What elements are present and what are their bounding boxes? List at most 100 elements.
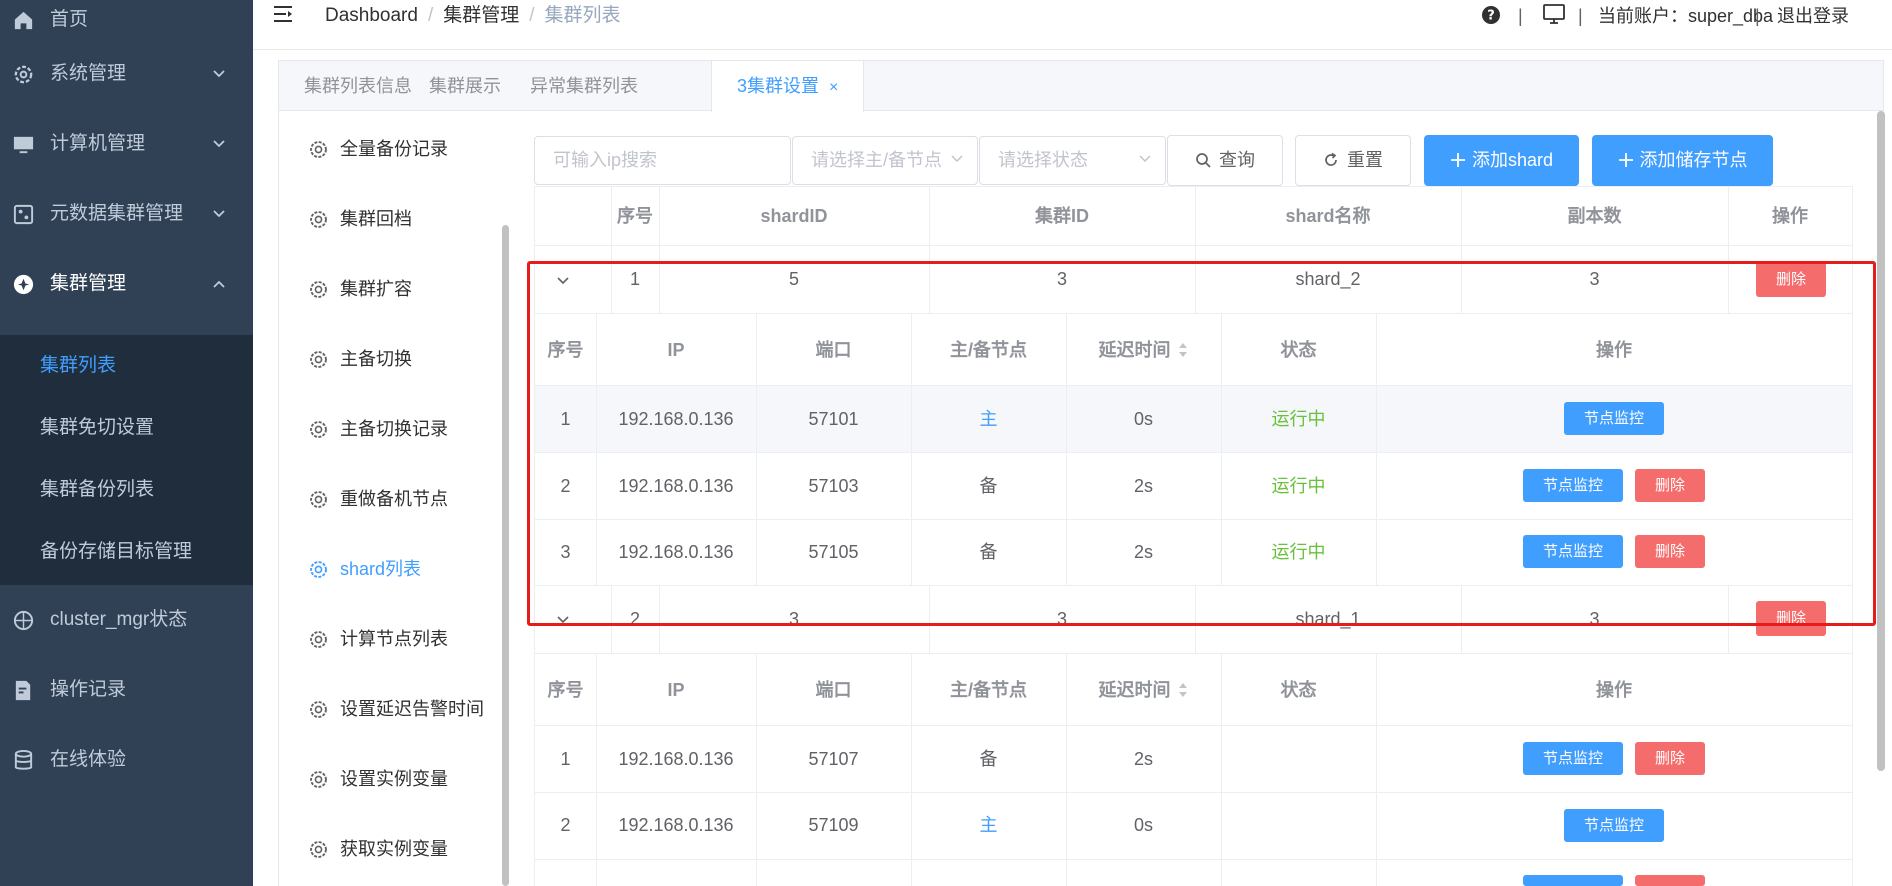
top-navbar: Dashboard / 集群管理 / 集群列表 ? | | 当前账户：super_dba… (253, 0, 1892, 50)
delete-node-button[interactable]: 删除 (1635, 742, 1705, 775)
content-scrollbar[interactable] (1877, 111, 1885, 771)
divider: | (1518, 6, 1523, 26)
column-header-no: 序号 (547, 680, 584, 700)
menu-scrollbar[interactable] (502, 225, 509, 886)
delete-node-button-partial[interactable] (1635, 875, 1705, 886)
chevron-down-icon (1139, 155, 1151, 163)
current-account: 当前账户：super_dba (1598, 6, 1774, 26)
sidebar-item-cluster[interactable]: 集群管理 (0, 249, 253, 319)
column-header-port: 端口 (815, 680, 852, 700)
monitor-icon (13, 136, 34, 154)
collapse-row-icon[interactable] (556, 276, 570, 286)
delete-node-button[interactable]: 删除 (1635, 535, 1705, 568)
query-button[interactable]: 查询 (1167, 135, 1283, 186)
gear-icon (310, 211, 327, 228)
cluster-icon (13, 274, 34, 295)
plus-icon (1450, 153, 1465, 167)
tab-close-icon[interactable]: × (829, 79, 838, 96)
collapse-row-icon[interactable] (556, 615, 570, 625)
menu-item-failover-records[interactable]: 主备切换记录 (279, 400, 509, 458)
node-role-select[interactable]: 请选择主/备节点 (792, 136, 978, 185)
fullscreen-icon[interactable] (1543, 3, 1565, 25)
menu-item-rebuild-replica[interactable]: 重做备机节点 (279, 470, 509, 528)
column-header-no: 序号 (617, 206, 653, 226)
gear-icon (310, 421, 327, 438)
column-header-delay[interactable]: 延迟时间 (1066, 337, 1221, 363)
column-header-status: 状态 (1280, 340, 1317, 360)
menu-fold-icon[interactable] (273, 5, 293, 23)
submenu-item-backup-storage[interactable]: 备份存储目标管理 (0, 521, 253, 583)
status-select[interactable]: 请选择状态 (979, 136, 1166, 185)
node-monitor-button[interactable]: 节点监控 (1523, 742, 1623, 775)
cell-delay: 0s (1133, 409, 1153, 429)
sidebar-item-label: 系统管理 (50, 63, 127, 84)
cell-port: 57101 (808, 409, 859, 429)
sidebar-item-label: 元数据集群管理 (50, 203, 184, 224)
reset-button[interactable]: 重置 (1295, 135, 1411, 186)
sidebar-item-computer[interactable]: 计算机管理 (0, 109, 253, 179)
menu-item-set-instance-vars[interactable]: 设置实例变量 (279, 750, 509, 808)
sidebar-item-label: 在线体验 (50, 749, 127, 770)
cell-delay: 2s (1133, 749, 1153, 769)
submenu-item-backup-list[interactable]: 集群备份列表 (0, 459, 253, 521)
sidebar-item-cluster-mgr[interactable]: cluster_mgr状态 (0, 585, 253, 655)
column-header-replicas: 副本数 (1567, 206, 1622, 226)
delete-shard-button[interactable]: 删除 (1756, 601, 1826, 636)
sidebar-item-metadata[interactable]: 元数据集群管理 (0, 179, 253, 249)
cell-role: 备 (979, 476, 998, 496)
gear-icon (310, 841, 327, 858)
column-header-port: 端口 (815, 340, 852, 360)
help-icon[interactable]: ? (1482, 6, 1500, 24)
column-header-role: 主/备节点 (949, 680, 1027, 700)
column-header-actions: 操作 (1596, 680, 1632, 700)
cell-no: 2 (560, 815, 571, 835)
menu-item-cluster-rollback[interactable]: 集群回档 (279, 190, 509, 248)
divider: | (1755, 6, 1760, 26)
cell-no: 1 (560, 749, 571, 769)
breadcrumb-cluster-mgmt[interactable]: 集群管理 (443, 5, 519, 26)
gear-icon (310, 701, 327, 718)
menu-item-full-backup-records[interactable]: 全量备份记录 (279, 120, 509, 178)
svg-text:?: ? (1487, 9, 1495, 24)
gear-icon (310, 561, 327, 578)
tab-cluster-settings[interactable]: 3集群设置 × (711, 61, 865, 112)
submenu-item-cluster-list[interactable]: 集群列表 (0, 335, 253, 397)
cell-port: 57103 (808, 476, 859, 496)
menu-item-compute-nodes[interactable]: 计算节点列表 (279, 610, 509, 668)
sort-icon[interactable] (1177, 681, 1189, 699)
add-storage-node-button[interactable]: 添加储存节点 (1592, 135, 1773, 186)
sidebar-item-system[interactable]: 系统管理 (0, 39, 253, 109)
node-monitor-button-partial[interactable] (1523, 875, 1623, 886)
delete-shard-button[interactable]: 删除 (1756, 262, 1826, 297)
logout-link[interactable]: 退出登录 (1777, 2, 1849, 30)
sidebar-item-online-trial[interactable]: 在线体验 (0, 725, 253, 795)
menu-item-cluster-expand[interactable]: 集群扩容 (279, 260, 509, 318)
cell-role: 主 (979, 815, 998, 835)
column-header-delay[interactable]: 延迟时间 (1066, 677, 1221, 703)
gear-icon (310, 491, 327, 508)
cell-role: 备 (979, 542, 998, 562)
delete-node-button[interactable]: 删除 (1635, 469, 1705, 502)
ip-search-input[interactable]: 可输入ip搜索 (534, 136, 791, 185)
node-monitor-button[interactable]: 节点监控 (1564, 402, 1664, 435)
menu-item-get-instance-vars[interactable]: 获取实例变量 (279, 820, 509, 878)
gear-icon (14, 65, 33, 84)
sidebar-item-label: 首页 (50, 9, 89, 30)
tab-abnormal-clusters[interactable]: 异常集群列表 (505, 61, 663, 111)
cell-port: 57109 (808, 815, 859, 835)
submenu-item-failover-settings[interactable]: 集群免切设置 (0, 397, 253, 459)
menu-item-shard-list[interactable]: shard列表 (279, 540, 509, 598)
chevron-down-icon (213, 70, 225, 78)
node-monitor-button[interactable]: 节点监控 (1523, 535, 1623, 568)
settings-menu: 全量备份记录 集群回档 集群扩容 主备切换 主备切换记录 重做备机节点 shar… (279, 111, 509, 886)
add-shard-button[interactable]: 添加shard (1424, 135, 1579, 186)
sidebar-item-operation-log[interactable]: 操作记录 (0, 655, 253, 725)
node-monitor-button[interactable]: 节点监控 (1564, 809, 1664, 842)
menu-item-delay-alert[interactable]: 设置延迟告警时间 (279, 680, 509, 738)
sort-icon[interactable] (1177, 341, 1189, 359)
cell-port: 57107 (808, 749, 859, 769)
gear-icon (310, 631, 327, 648)
menu-item-failover[interactable]: 主备切换 (279, 330, 509, 388)
node-monitor-button[interactable]: 节点监控 (1523, 469, 1623, 502)
breadcrumb-dashboard[interactable]: Dashboard (325, 5, 418, 26)
